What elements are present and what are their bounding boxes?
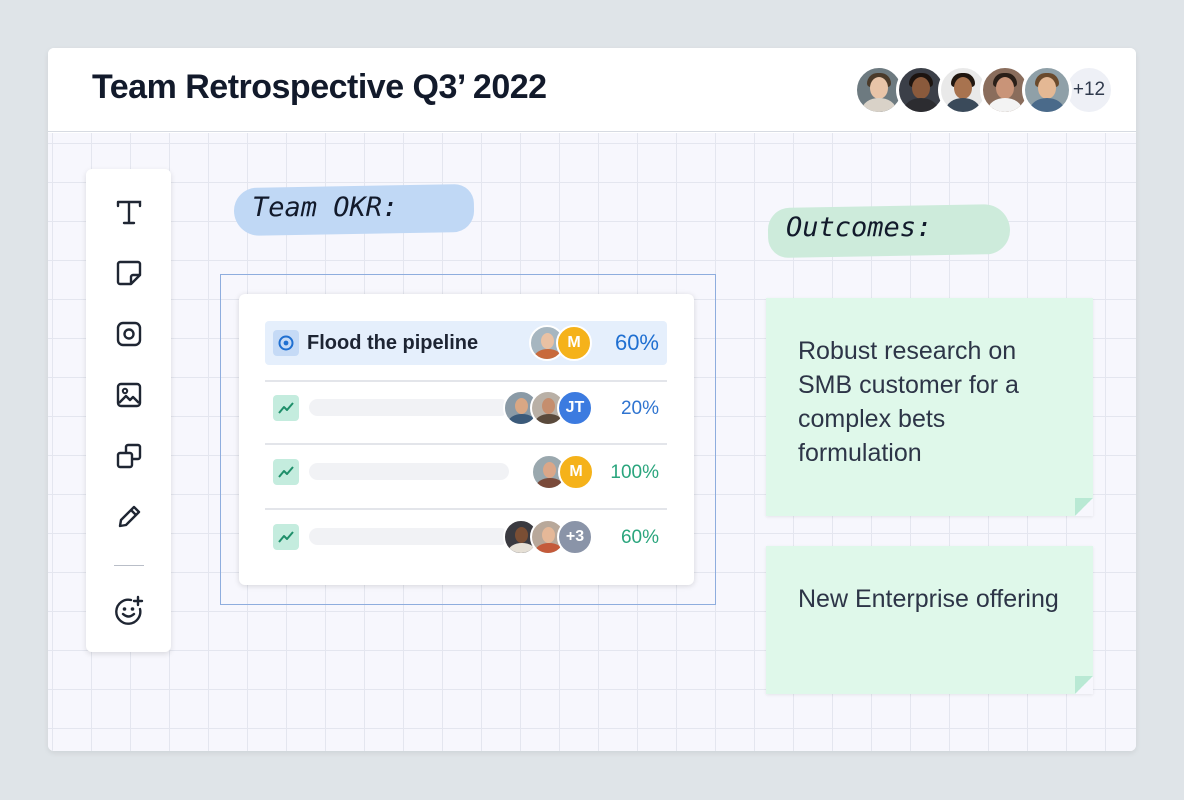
emoji-add-icon bbox=[115, 595, 144, 625]
key-result-owners[interactable]: M bbox=[531, 454, 594, 490]
image-icon bbox=[116, 382, 142, 408]
okr-card[interactable]: Flood the pipeline M 60% JT 20% M 100% +… bbox=[239, 294, 694, 585]
owner-avatar[interactable]: M bbox=[556, 325, 592, 361]
key-result-row[interactable]: M 100% bbox=[265, 450, 667, 494]
objective-row[interactable]: Flood the pipeline M 60% bbox=[265, 321, 667, 365]
okr-section-label[interactable]: Team OKR: bbox=[233, 180, 476, 237]
pen-icon bbox=[118, 505, 141, 528]
text-icon bbox=[116, 200, 142, 225]
sticky-note[interactable]: New Enterprise offering bbox=[766, 546, 1093, 694]
sticky-note-text: New Enterprise offering bbox=[798, 585, 1059, 613]
target-icon bbox=[273, 330, 299, 356]
key-result-placeholder-bar bbox=[309, 399, 509, 416]
sticky-note-text: Robust research on SMB customer for a co… bbox=[798, 337, 1019, 467]
shape-tool-button[interactable] bbox=[112, 317, 146, 351]
sticky-note-tool-button[interactable] bbox=[112, 256, 146, 290]
pen-tool-button[interactable] bbox=[112, 500, 146, 534]
key-result-progress: 60% bbox=[620, 527, 659, 548]
key-result-placeholder-bar bbox=[309, 528, 509, 545]
okr-label-text: Team OKR: bbox=[252, 192, 399, 223]
key-result-placeholder-bar bbox=[309, 463, 509, 480]
tools-toolbar bbox=[86, 169, 171, 652]
participant-avatar[interactable] bbox=[1022, 65, 1072, 115]
objective-progress: 60% bbox=[614, 330, 659, 355]
sticky-note[interactable]: Robust research on SMB customer for a co… bbox=[766, 298, 1093, 516]
board-header: Team Retrospective Q3’ 2022 +12 bbox=[48, 48, 1136, 132]
emoji-reaction-tool-button[interactable] bbox=[112, 594, 146, 628]
owner-avatar[interactable]: M bbox=[558, 454, 594, 490]
key-result-row[interactable]: JT 20% bbox=[265, 386, 667, 430]
board-title: Team Retrospective Q3’ 2022 bbox=[92, 68, 547, 106]
key-result-owners[interactable]: JT bbox=[503, 390, 593, 426]
key-result-progress: 20% bbox=[620, 398, 659, 419]
board-window: Team Retrospective Q3’ 2022 +12 Team OKR… bbox=[48, 48, 1136, 751]
key-result-owners[interactable]: +3 bbox=[503, 519, 593, 555]
objective-owners[interactable]: M bbox=[529, 325, 592, 361]
objective-title: Flood the pipeline bbox=[307, 332, 479, 354]
row-divider bbox=[265, 380, 667, 382]
outcomes-section-label[interactable]: Outcomes: bbox=[767, 200, 1012, 259]
text-tool-button[interactable] bbox=[112, 195, 146, 229]
row-divider bbox=[265, 508, 667, 510]
shape-icon bbox=[116, 321, 142, 347]
trend-icon bbox=[273, 524, 299, 550]
key-result-row[interactable]: +3 60% bbox=[265, 515, 667, 559]
key-result-progress: 100% bbox=[610, 462, 659, 483]
image-tool-button[interactable] bbox=[112, 378, 146, 412]
sticky-note-icon bbox=[116, 260, 142, 286]
outcomes-label-text: Outcomes: bbox=[786, 212, 933, 243]
toolbar-divider bbox=[114, 565, 144, 566]
row-divider bbox=[265, 443, 667, 445]
owner-avatar[interactable]: JT bbox=[557, 390, 593, 426]
participants-avatars[interactable]: +12 bbox=[854, 65, 1114, 115]
more-owners-badge[interactable]: +3 bbox=[557, 519, 593, 555]
templates-icon bbox=[116, 443, 142, 469]
templates-tool-button[interactable] bbox=[112, 439, 146, 473]
trend-icon bbox=[273, 459, 299, 485]
trend-icon bbox=[273, 395, 299, 421]
